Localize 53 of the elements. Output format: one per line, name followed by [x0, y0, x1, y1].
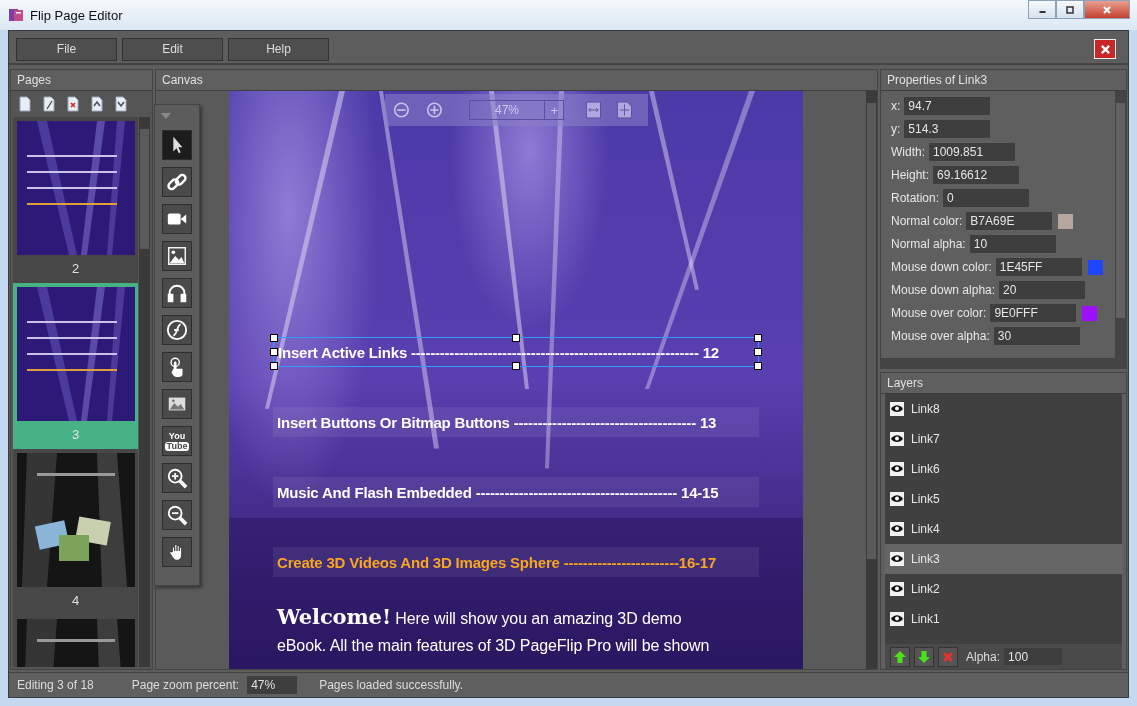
field-label: x:: [891, 99, 901, 113]
link-area[interactable]: Music And Flash Embedded ------------------------------------------ 14-15: [273, 477, 759, 507]
layer-item[interactable]: Link7: [885, 424, 1122, 454]
alpha-label: Alpha:: [966, 649, 1001, 664]
input-field[interactable]: 94.7: [904, 97, 991, 115]
field-label: Normal color:: [891, 214, 963, 228]
layer-item[interactable]: Link5: [885, 484, 1122, 514]
layer-item[interactable]: Link3: [885, 544, 1122, 574]
field-label: Rotation:: [891, 191, 940, 205]
menu-button[interactable]: Edit: [122, 37, 223, 61]
status-text: Editing 3 of 18: [17, 678, 94, 692]
page-number: 2: [71, 260, 80, 278]
layer-item[interactable]: Link2: [885, 574, 1122, 604]
field-label: Mouse down color:: [891, 260, 992, 274]
menu-button[interactable]: Help: [228, 37, 329, 61]
input-field[interactable]: 0: [943, 189, 1030, 207]
zoom-label: Page zoom percent:: [131, 678, 240, 692]
zoom-percent-field[interactable]: 47%: [247, 676, 298, 694]
page-thumbnail[interactable]: 2: [13, 117, 138, 283]
input-field[interactable]: 30: [993, 327, 1080, 345]
layer-item[interactable]: Link1: [885, 604, 1122, 634]
status-message: Pages loaded successfully.: [319, 678, 463, 692]
page-number: 4: [71, 592, 80, 610]
field-label: Normal alpha:: [891, 237, 966, 251]
field-label: Height:: [891, 168, 930, 182]
input-field[interactable]: 10: [969, 235, 1056, 253]
field-label: Mouse down alpha:: [891, 283, 996, 297]
page-thumbnail[interactable]: 4: [13, 449, 138, 615]
input-field[interactable]: B7A69E: [966, 212, 1053, 230]
input-field[interactable]: 1E45FF: [995, 258, 1082, 276]
layer-item[interactable]: Link8: [885, 394, 1122, 424]
video-site-button[interactable]: You Tube: [162, 426, 192, 456]
field-label: Width:: [891, 145, 925, 159]
window-title: Flip Page Editor: [30, 7, 123, 23]
panel-header: Canvas: [156, 70, 877, 91]
link-area[interactable]: Create 3D Videos And 3D Images Sphere ------------------------16-17: [273, 547, 759, 577]
input-field[interactable]: 69.16612: [933, 166, 1020, 184]
panel-header: Pages: [11, 70, 152, 91]
welcome-paragraph: Welcome! Here will show you an amazing 3D demo eBook. All the main features of 3D PageFlip Pro will be shown: [277, 603, 711, 656]
field-label: y:: [891, 122, 901, 136]
page-number: 3: [71, 426, 80, 444]
link-area[interactable]: Insert Active Links ------------------------------------------------------------ 12: [273, 337, 759, 367]
input-field[interactable]: 20: [999, 281, 1086, 299]
link-area[interactable]: Insert Buttons Or Bitmap Buttons -------------------------------------- 13: [273, 407, 759, 437]
layer-item[interactable]: Link4: [885, 514, 1122, 544]
input-field[interactable]: 1009.851: [929, 143, 1015, 161]
field-label: Mouse over alpha:: [891, 329, 990, 343]
menu-button[interactable]: File: [16, 37, 117, 61]
layer-item[interactable]: Link6: [885, 454, 1122, 484]
input-field[interactable]: 514.3: [904, 120, 991, 138]
alpha-field[interactable]: 100: [1004, 648, 1063, 665]
field-label: Mouse over color:: [891, 306, 987, 320]
input-field[interactable]: 9E0FFF: [990, 304, 1077, 322]
